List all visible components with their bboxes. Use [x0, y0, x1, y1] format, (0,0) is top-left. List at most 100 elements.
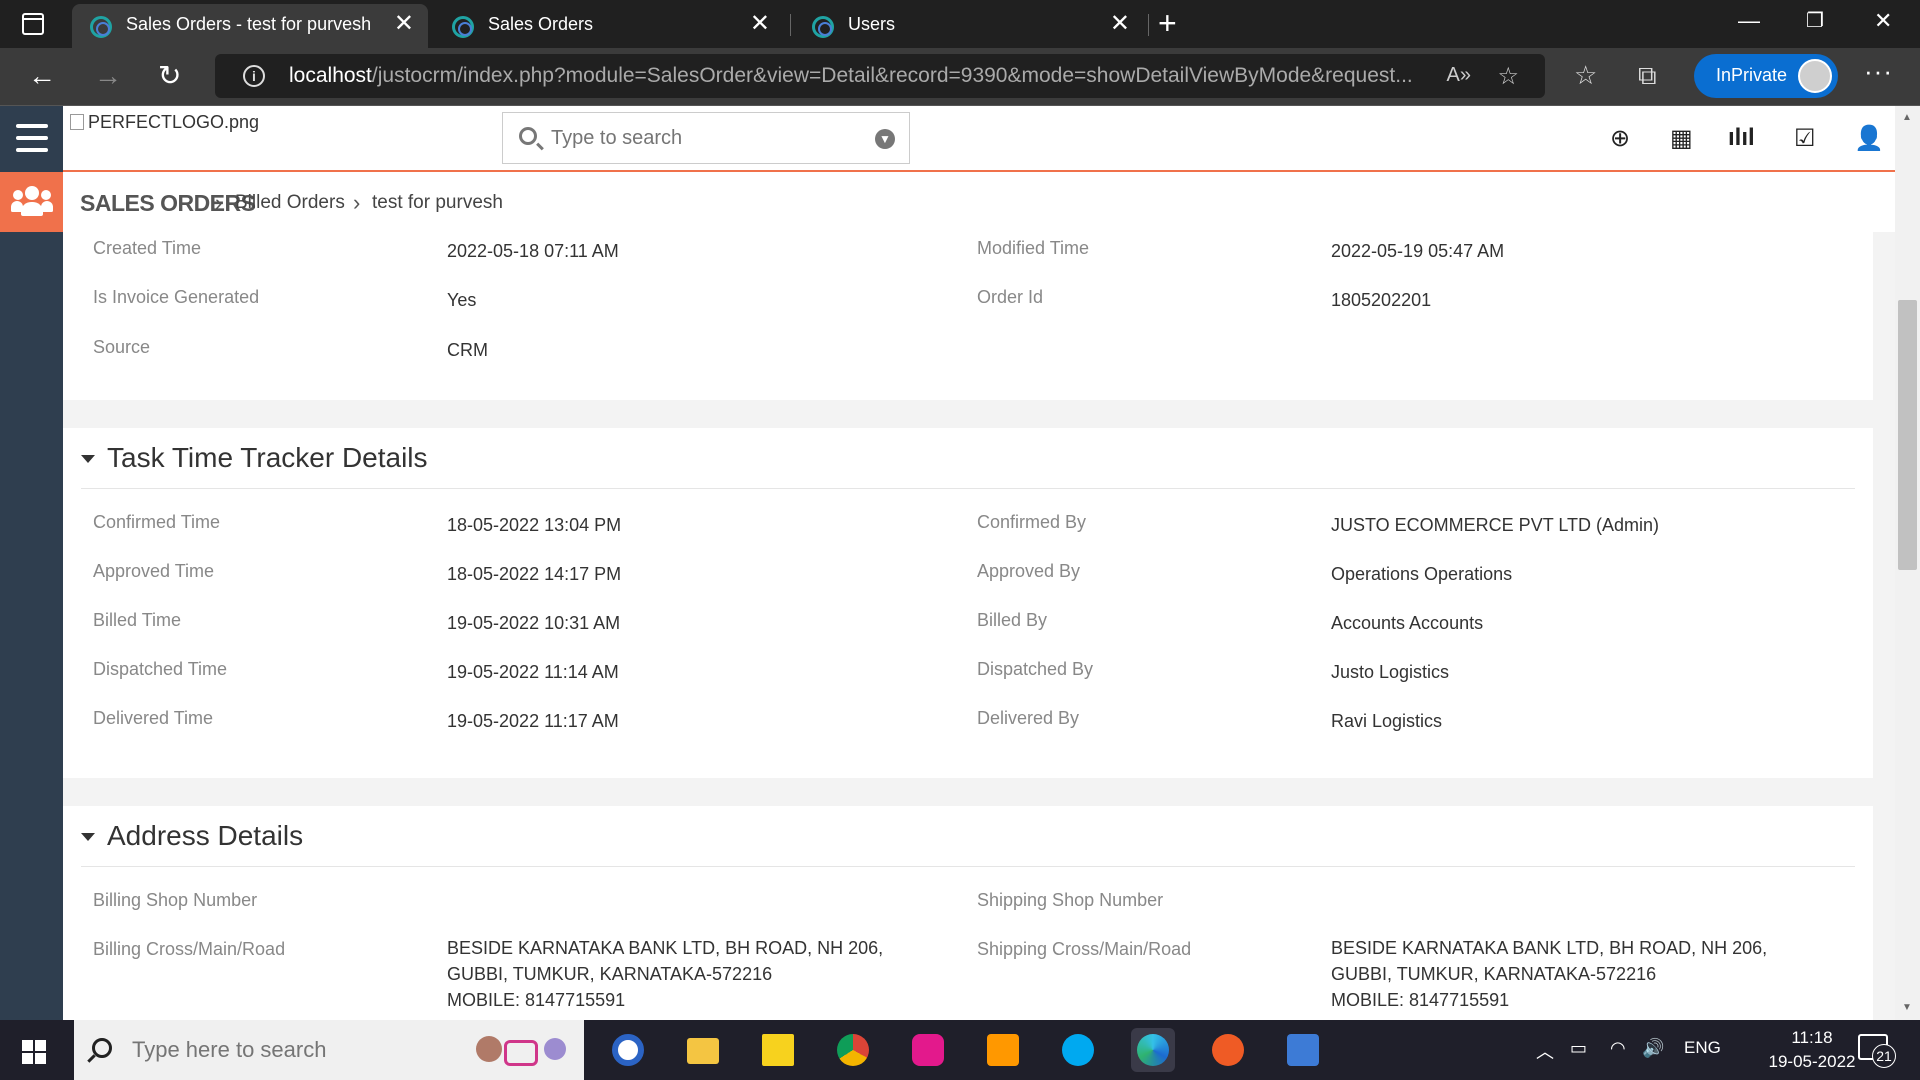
close-icon[interactable]: ✕: [1110, 12, 1130, 36]
block-header-toggle[interactable]: Task Time Tracker Details: [81, 442, 428, 474]
field-label: Billed Time: [93, 610, 182, 630]
sidebar-item-sales[interactable]: [0, 172, 63, 232]
language-indicator[interactable]: ENG: [1684, 1038, 1721, 1058]
reports-icon[interactable]: ılıl: [1728, 124, 1755, 152]
back-arrow-icon[interactable]: ←: [28, 60, 56, 92]
inprivate-badge[interactable]: InPrivate: [1694, 54, 1838, 98]
block-header-toggle[interactable]: Address Details: [81, 820, 303, 852]
breadcrumb-view[interactable]: Billed Orders: [235, 192, 345, 214]
address-bar[interactable]: i localhost/justocrm/index.php?module=Sa…: [215, 54, 1545, 98]
crm-favicon-icon: [452, 16, 474, 38]
taskbar-app-skype[interactable]: [1056, 1028, 1100, 1072]
taskbar-search[interactable]: [74, 1020, 584, 1080]
field-label: Delivered Time: [93, 708, 214, 728]
sticky-notes-icon: [762, 1034, 794, 1066]
field-label: Dispatched By: [977, 659, 1094, 679]
restore-button[interactable]: ❐: [1806, 8, 1824, 33]
notification-center-icon[interactable]: 21: [1858, 1034, 1896, 1068]
field-value: 2022-05-18 07:11 AM: [447, 241, 619, 261]
inprivate-label: InPrivate: [1716, 65, 1788, 85]
field-label: Approved Time: [93, 561, 215, 581]
taskbar-app-wamp[interactable]: [906, 1028, 950, 1072]
page-scrollbar[interactable]: ▲ ▼: [1895, 106, 1920, 1020]
field-label: Billing Shop Number: [93, 890, 258, 910]
windows-taskbar: ︿ ▭ ◠ 🔊 ENG 11:18 19-05-2022 21: [0, 1020, 1920, 1080]
browser-tab-users[interactable]: Users ✕: [794, 4, 1144, 48]
clock[interactable]: 11:18 19-05-2022: [1762, 1026, 1862, 1074]
close-icon[interactable]: ✕: [394, 12, 414, 36]
minimize-button[interactable]: —: [1738, 8, 1760, 34]
quick-create-icon[interactable]: ⊕: [1610, 124, 1630, 153]
tab-title: Sales Orders: [488, 14, 594, 34]
folder-icon: [687, 1038, 719, 1064]
postman-icon: [1212, 1034, 1244, 1066]
field-value: JUSTO ECOMMERCE PVT LTD (Admin): [1331, 515, 1660, 535]
search-input[interactable]: [549, 125, 849, 151]
calendar-icon[interactable]: ▦: [1670, 124, 1693, 153]
block-title: Address Details: [107, 820, 304, 851]
task-time-tracker-block: Task Time Tracker Details Confirmed Time…: [63, 428, 1873, 778]
field-label: Source: [93, 337, 151, 357]
address-line: BESIDE KARNATAKA BANK LTD, BH ROAD, NH 2…: [1331, 938, 1768, 958]
chevron-right-icon: ›: [353, 190, 361, 215]
taskbar-search-input[interactable]: [130, 1036, 430, 1064]
taskbar-app-ccleaner[interactable]: [606, 1028, 650, 1072]
tab-actions-icon[interactable]: [22, 13, 44, 35]
chrome-icon: [837, 1034, 869, 1066]
field-value: 19-05-2022 10:31 AM: [447, 613, 621, 633]
detail-content: Created Time 2022-05-18 07:11 AM Modifie…: [63, 232, 1895, 1020]
field-value: 19-05-2022 11:17 AM: [447, 711, 619, 731]
taskbar-app-remote-desktop[interactable]: [1281, 1028, 1325, 1072]
show-hidden-icons-icon[interactable]: ︿: [1536, 1038, 1554, 1064]
volume-icon[interactable]: 🔊: [1642, 1038, 1664, 1059]
browser-tab-sales-orders[interactable]: Sales Orders ✕: [434, 4, 784, 48]
field-value: 19-05-2022 11:14 AM: [447, 662, 619, 682]
breadcrumb-module[interactable]: SALES ORDERS: [80, 190, 256, 217]
favorites-icon[interactable]: ☆: [1574, 60, 1597, 91]
ccleaner-icon: [612, 1034, 644, 1066]
close-icon[interactable]: ✕: [750, 12, 770, 36]
taskbar-app-sublime[interactable]: [981, 1028, 1025, 1072]
field-value: Justo Logistics: [1331, 662, 1450, 682]
browser-tab-sales-order-detail[interactable]: Sales Orders - test for purvesh ✕: [72, 4, 428, 48]
site-info-icon[interactable]: i: [243, 65, 265, 87]
scrollbar-thumb[interactable]: [1898, 300, 1917, 570]
field-value: 2022-05-19 05:47 AM: [1331, 241, 1505, 261]
edge-icon: [1137, 1034, 1169, 1066]
forward-arrow-icon[interactable]: →: [94, 60, 122, 92]
field-label: Dispatched Time: [93, 659, 228, 679]
tab-title: Sales Orders - test for purvesh: [126, 14, 372, 34]
shipping-address-value: BESIDE KARNATAKA BANK LTD, BH ROAD, NH 2…: [1331, 935, 1767, 1013]
detail-row: Created Time 2022-05-18 07:11 AM Modifie…: [63, 238, 1873, 278]
wifi-icon[interactable]: ◠: [1610, 1038, 1626, 1059]
new-tab-button[interactable]: +: [1158, 6, 1177, 40]
taskbar-app-edge[interactable]: [1131, 1028, 1175, 1072]
company-logo[interactable]: PERFECTLOGO.png: [70, 112, 259, 133]
field-label: Order Id: [977, 287, 1044, 307]
breadcrumb: SALES ORDERS › Billed Orders › test for …: [63, 172, 1895, 232]
more-options-icon[interactable]: ···: [1864, 56, 1893, 87]
refresh-icon[interactable]: ↻: [158, 60, 181, 92]
field-label: Confirmed By: [977, 512, 1087, 532]
taskbar-app-chrome[interactable]: [831, 1028, 875, 1072]
scroll-down-arrow-icon[interactable]: ▼: [1902, 1002, 1912, 1013]
user-icon[interactable]: 👤: [1854, 124, 1884, 153]
app-menu-button[interactable]: [0, 106, 63, 172]
taskbar-app-postman[interactable]: [1206, 1028, 1250, 1072]
scroll-up-arrow-icon[interactable]: ▲: [1902, 112, 1912, 123]
detail-row: Billing Shop Number Shipping Shop Number: [63, 890, 1873, 930]
global-search[interactable]: ▼: [502, 112, 910, 164]
battery-icon[interactable]: ▭: [1570, 1038, 1587, 1059]
read-aloud-icon[interactable]: A»: [1447, 64, 1471, 87]
url-text[interactable]: localhost/justocrm/index.php?module=Sale…: [289, 64, 1413, 88]
address-line: GUBBI, TUMKUR, KARNATAKA-572216: [447, 964, 773, 984]
url-host: localhost: [289, 64, 372, 87]
close-window-button[interactable]: ✕: [1874, 8, 1892, 34]
chevron-down-icon[interactable]: ▼: [875, 129, 895, 149]
collections-icon[interactable]: ⧉: [1638, 60, 1657, 92]
windows-start-icon[interactable]: [22, 1040, 46, 1064]
taskbar-app-file-explorer[interactable]: [681, 1028, 725, 1072]
tasks-icon[interactable]: ☑: [1794, 124, 1816, 153]
add-favorite-icon[interactable]: ☆: [1497, 62, 1519, 91]
taskbar-app-sticky-notes[interactable]: [756, 1028, 800, 1072]
